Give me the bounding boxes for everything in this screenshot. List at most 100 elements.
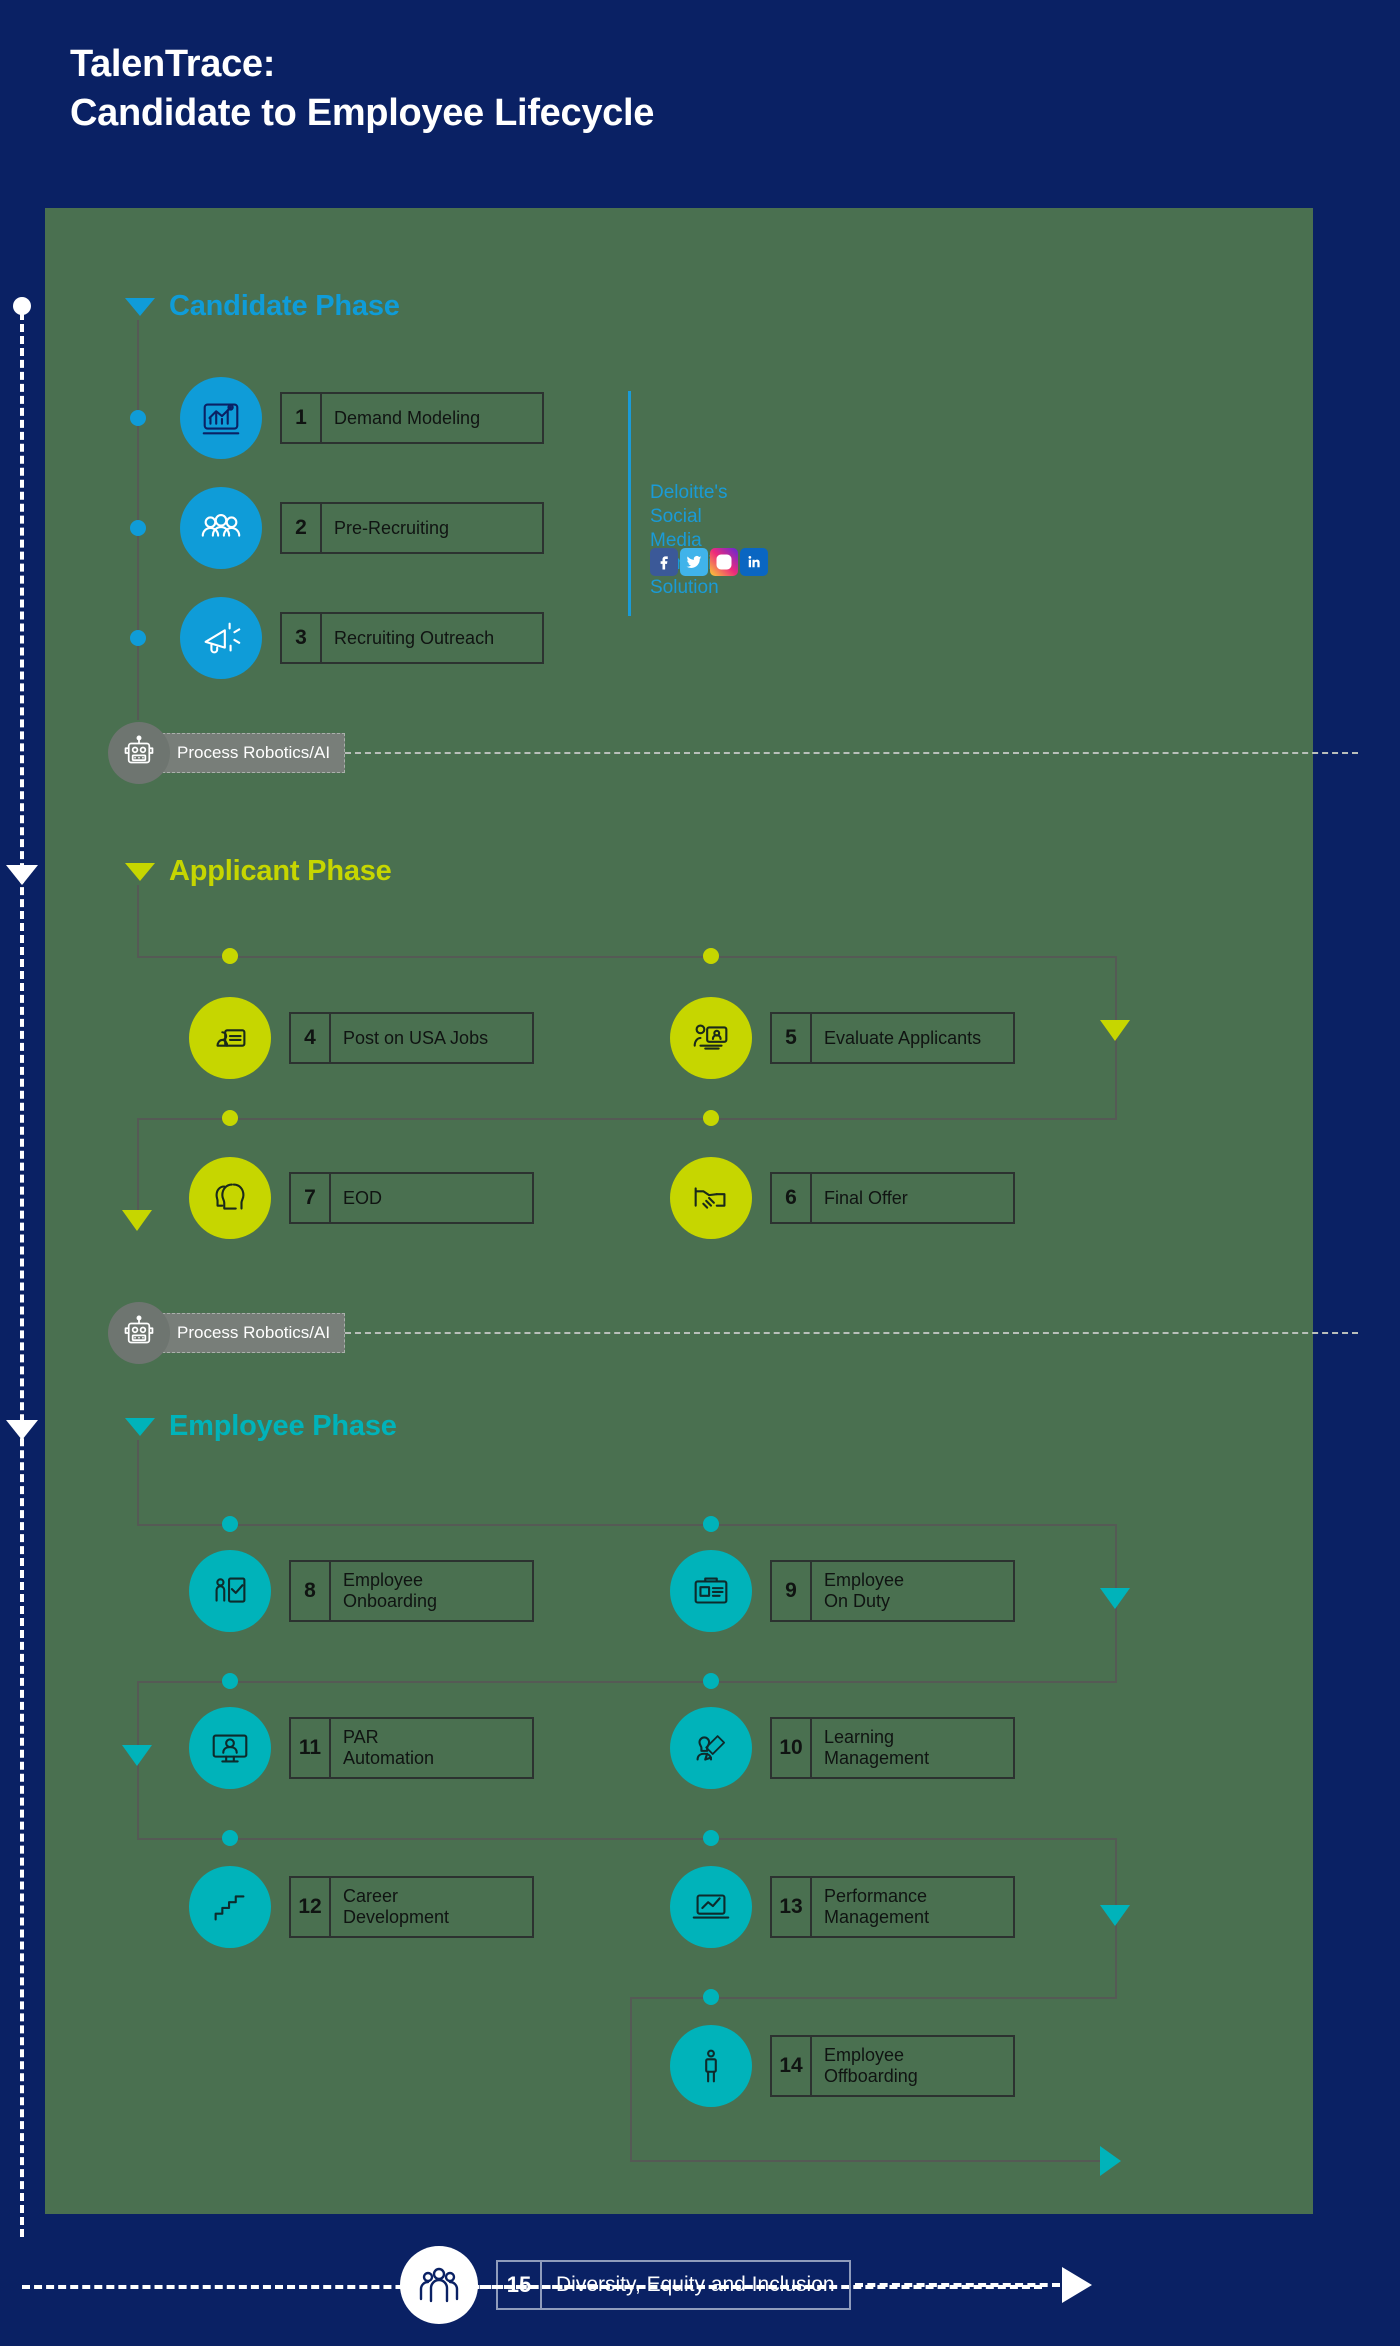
step-1[interactable]: 1 Demand Modeling [180,377,544,459]
footer-arrow-icon [1061,2267,1092,2303]
applicant-row1-line [137,956,1117,958]
step-5-number: 5 [772,1014,812,1062]
job-posting-icon [189,997,271,1079]
robotics-dashed-line-1 [345,752,1358,754]
two-heads-icon [189,1157,271,1239]
onboarding-door-icon [189,1550,271,1632]
step-4-box[interactable]: 4 Post on USA Jobs [289,1012,534,1064]
node-dot-10 [703,1673,719,1689]
step-10[interactable]: 10 Learning Management [670,1707,1015,1789]
title-line-2: Candidate to Employee Lifecycle [70,91,655,134]
step-7-box[interactable]: 7 EOD [289,1172,534,1224]
step-13[interactable]: 13 Performance Management [670,1866,1015,1948]
step-11-label: PAR Automation [343,1727,435,1768]
node-dot-12 [222,1830,238,1846]
phase-label: Applicant Phase [169,855,392,887]
employee-row1-line [137,1524,1117,1526]
step-3[interactable]: 3 Recruiting Outreach [180,597,544,679]
step-9-label: Employee On Duty [824,1570,905,1611]
rail-arrow-employee [6,1420,38,1440]
node-dot-2 [130,520,146,536]
step-6-label: Final Offer [824,1187,908,1208]
interview-screen-icon [670,997,752,1079]
social-divider-rule [628,391,631,616]
step-4-number: 4 [291,1014,331,1062]
step-9-number: 9 [772,1562,812,1620]
employee-arrow-r1 [1100,1588,1130,1609]
step-2-number: 2 [282,504,322,552]
step-14-box[interactable]: 14 Employee Offboarding [770,2035,1015,2097]
step-3-label: Recruiting Outreach [334,627,495,648]
step-6-box[interactable]: 6 Final Offer [770,1172,1015,1224]
robot-icon [108,1302,170,1364]
monitor-person-icon [189,1707,271,1789]
chart-dashboard-icon [180,377,262,459]
employee-arrow-r2 [1100,1905,1130,1926]
rail-arrow-applicant [6,865,38,885]
step-9[interactable]: 9 Employee On Duty [670,1550,1015,1632]
node-dot-11 [222,1673,238,1689]
robot-icon [108,722,170,784]
step-14-number: 14 [772,2037,812,2095]
step-12[interactable]: 12 Career Development [189,1866,534,1948]
node-dot-8 [222,1516,238,1532]
step-5-box[interactable]: 5 Evaluate Applicants [770,1012,1015,1064]
phase-heading-candidate: Candidate Phase [125,290,400,323]
employee-row2-line [137,1681,1117,1683]
node-dot-3 [130,630,146,646]
instagram-icon[interactable] [710,548,738,576]
laptop-graph-icon [670,1866,752,1948]
robotics-row-2: Process Robotics/AI [108,1302,1358,1364]
phase-label: Employee Phase [169,1410,397,1442]
step-8-label: Employee Onboarding [343,1570,438,1611]
social-text: Deloitte's Social Media Marketing Soluti… [650,482,733,598]
facebook-icon[interactable] [650,548,678,576]
step-4-label: Post on USA Jobs [343,1027,489,1048]
linkedin-icon[interactable] [740,548,768,576]
social-icon-row [650,548,768,576]
step-14-label: Employee Offboarding [824,2045,918,2086]
step-11[interactable]: 11 PAR Automation [189,1707,534,1789]
robotics-tag-2: Process Robotics/AI [162,1313,346,1353]
step-1-box[interactable]: 1 Demand Modeling [280,392,544,444]
employee-arrow-l1 [122,1745,152,1766]
step-13-number: 13 [772,1878,812,1936]
step-7[interactable]: 7 EOD [189,1157,534,1239]
step-14[interactable]: 14 Employee Offboarding [670,2025,1015,2107]
phase-heading-applicant: Applicant Phase [125,855,392,888]
robotics-dashed-line-2 [345,1332,1358,1334]
step-13-box[interactable]: 13 Performance Management [770,1876,1015,1938]
step-8-box[interactable]: 8 Employee Onboarding [289,1560,534,1622]
step-9-box[interactable]: 9 Employee On Duty [770,1560,1015,1622]
step-10-box[interactable]: 10 Learning Management [770,1717,1015,1779]
phase-label: Candidate Phase [169,290,400,322]
step-8[interactable]: 8 Employee Onboarding [189,1550,534,1632]
handshake-icon [670,1157,752,1239]
step-12-number: 12 [291,1878,331,1936]
step-6[interactable]: 6 Final Offer [670,1157,1015,1239]
step-10-number: 10 [772,1719,812,1777]
step-11-box[interactable]: 11 PAR Automation [289,1717,534,1779]
twitter-icon[interactable] [680,548,708,576]
megaphone-icon [180,597,262,679]
step-7-number: 7 [291,1174,331,1222]
applicant-arrow-right-down [1100,1020,1130,1041]
stairs-icon [189,1866,271,1948]
step-3-number: 3 [282,614,322,662]
employee-arrow-exit [1100,2146,1121,2176]
triangle-down-icon [125,862,155,881]
step-2[interactable]: 2 Pre-Recruiting [180,487,544,569]
node-dot-14 [703,1989,719,2005]
step-5[interactable]: 5 Evaluate Applicants [670,997,1015,1079]
person-exit-icon [670,2025,752,2107]
node-dot-9 [703,1516,719,1532]
step-4[interactable]: 4 Post on USA Jobs [189,997,534,1079]
employee-row3-line [137,1838,1117,1840]
triangle-down-icon [125,1417,155,1436]
node-dot-6 [703,1110,719,1126]
step-5-label: Evaluate Applicants [824,1027,982,1048]
step-3-box[interactable]: 3 Recruiting Outreach [280,612,544,664]
step-2-box[interactable]: 2 Pre-Recruiting [280,502,544,554]
step-12-label: Career Development [343,1886,450,1927]
step-12-box[interactable]: 12 Career Development [289,1876,534,1938]
